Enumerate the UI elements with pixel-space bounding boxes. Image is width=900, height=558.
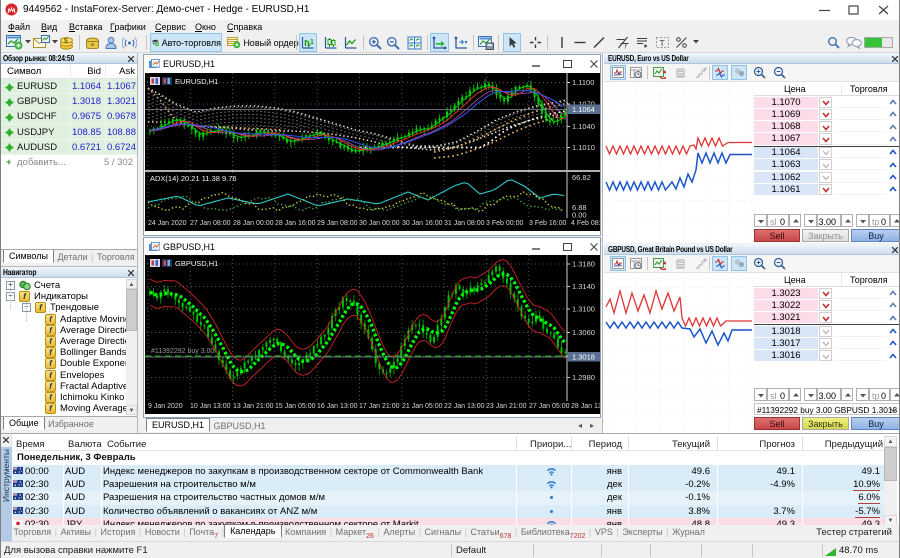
svg-text:ADX(14) 20.21 11.38 9.76: ADX(14) 20.21 11.38 9.76 — [150, 174, 237, 183]
svg-text:$: $ — [64, 38, 68, 45]
svg-text:1.3140: 1.3140 — [572, 282, 595, 291]
svg-text:1.2980: 1.2980 — [572, 373, 595, 382]
svg-text:GBPUSD,H1: GBPUSD,H1 — [175, 259, 218, 268]
svg-text:1.3018: 1.3018 — [572, 353, 595, 362]
svg-text:1.1064: 1.1064 — [572, 105, 595, 114]
svg-text:66.82: 66.82 — [572, 173, 591, 182]
svg-text:1.3180: 1.3180 — [572, 260, 595, 269]
svg-text:1.1010: 1.1010 — [572, 143, 595, 152]
svg-text:0.00: 0.00 — [572, 211, 587, 219]
svg-text:1.1100: 1.1100 — [572, 78, 594, 87]
svg-text:1: 1 — [310, 39, 314, 46]
svg-text:1.3060: 1.3060 — [572, 328, 595, 337]
svg-text:f: f — [624, 44, 627, 50]
svg-text:#11392292 buy 3.00: #11392292 buy 3.00 — [151, 348, 214, 355]
svg-text:1.3100: 1.3100 — [572, 305, 595, 314]
svg-text:T: T — [659, 38, 664, 48]
svg-text:EURUSD,H1: EURUSD,H1 — [175, 77, 218, 86]
svg-text:1.1040: 1.1040 — [572, 122, 595, 131]
